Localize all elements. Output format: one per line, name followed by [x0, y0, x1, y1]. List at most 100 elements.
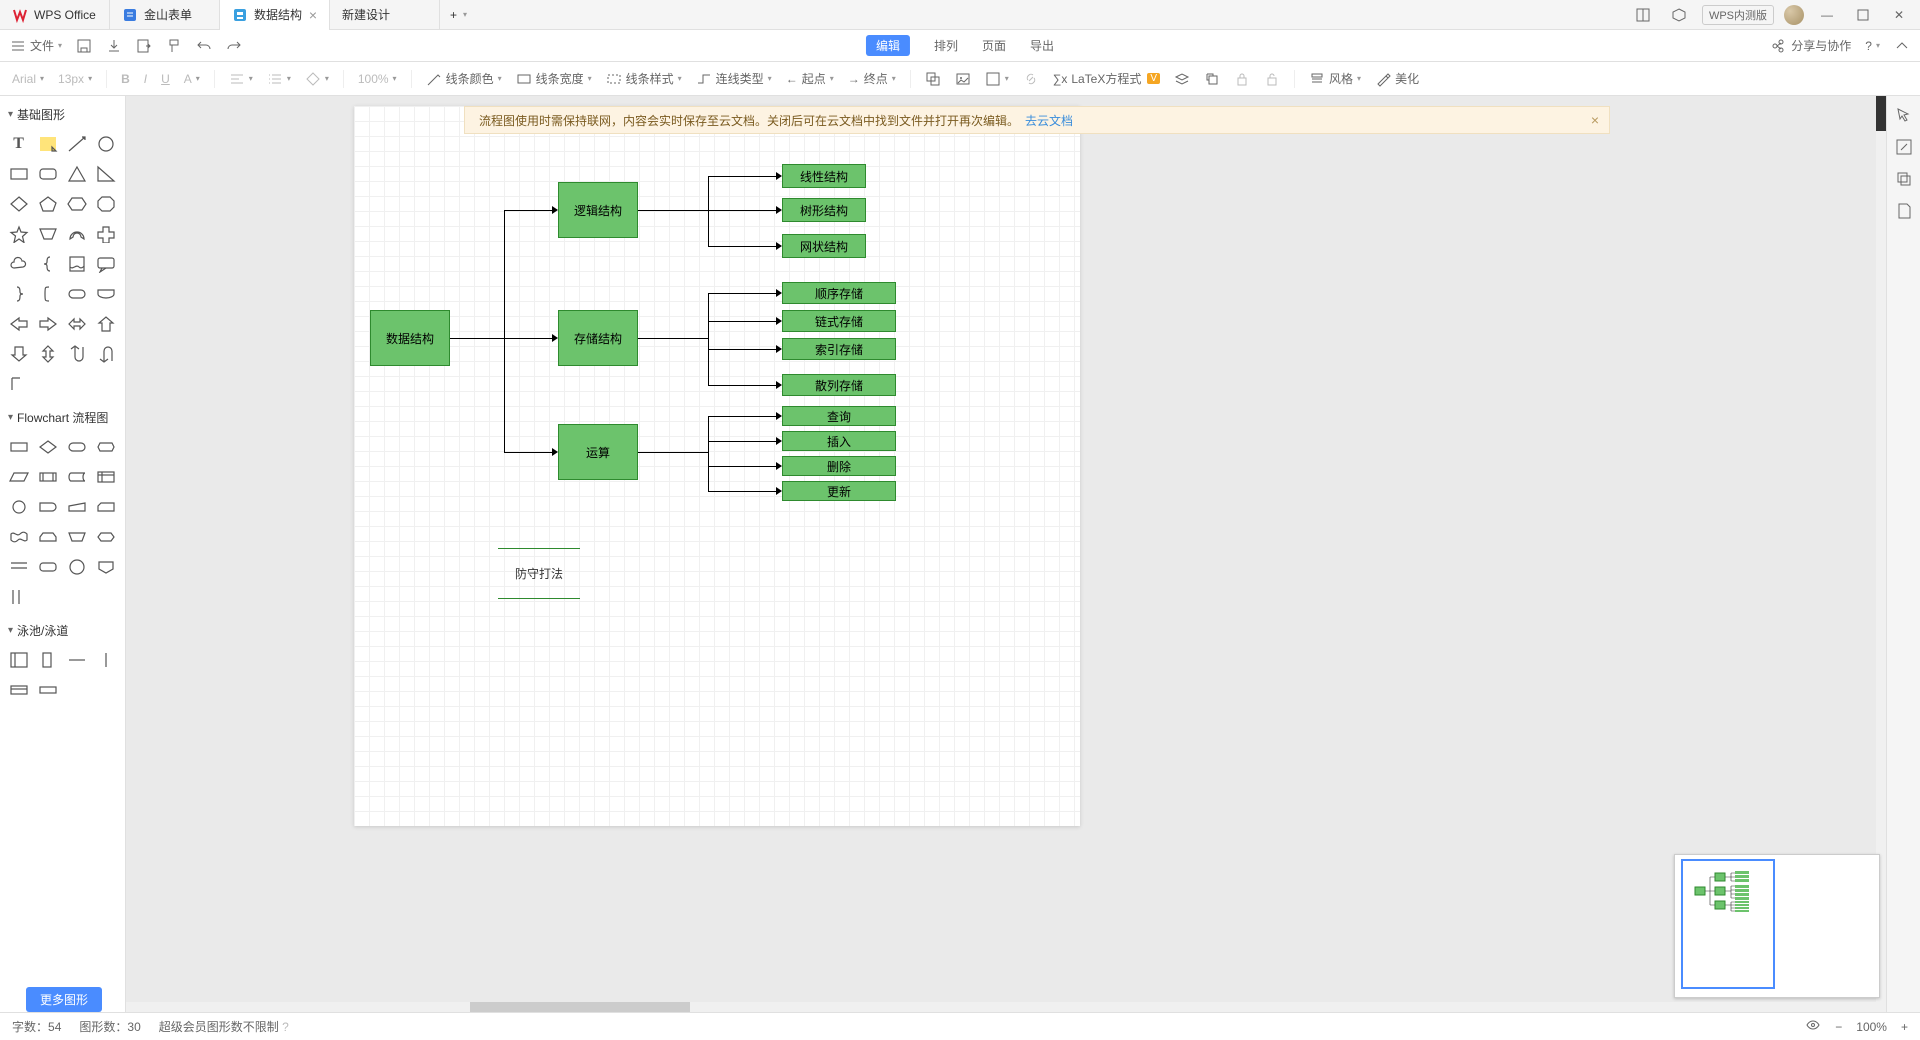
shape-rect[interactable] [6, 161, 31, 187]
shape-arrow-lr[interactable] [65, 311, 90, 337]
collapse-button[interactable] [1894, 38, 1910, 54]
fc-bracket[interactable] [6, 584, 31, 610]
group-button[interactable] [925, 71, 941, 87]
mode-export[interactable]: 导出 [1030, 37, 1054, 54]
minimize-icon[interactable]: — [1814, 3, 1840, 27]
image-button[interactable] [955, 71, 971, 87]
shape-diamond[interactable] [6, 191, 31, 217]
sl-lane-v[interactable] [35, 647, 60, 673]
node-logic[interactable]: 逻辑结构 [558, 182, 638, 238]
fc-sum[interactable] [65, 554, 90, 580]
fc-manual-input[interactable] [65, 494, 90, 520]
bring-front-button[interactable] [1204, 71, 1220, 87]
shape-uturn[interactable] [65, 341, 90, 367]
latex-button[interactable]: ∑x LaTeX方程式V [1053, 70, 1160, 87]
node-a1[interactable]: 线性结构 [782, 164, 866, 188]
shape-pentagon[interactable] [35, 191, 60, 217]
fc-loop-limit[interactable] [35, 524, 60, 550]
shape-hexagon[interactable] [65, 191, 90, 217]
node-a2[interactable]: 树形结构 [782, 198, 866, 222]
save-button[interactable] [76, 38, 92, 54]
shape-plus[interactable] [94, 221, 119, 247]
banner-link[interactable]: 去云文档 [1025, 112, 1073, 129]
node-b2[interactable]: 链式存储 [782, 310, 896, 332]
fc-merge[interactable] [6, 554, 31, 580]
beautify-button[interactable]: 美化 [1375, 70, 1419, 87]
layers-button[interactable] [1174, 71, 1190, 87]
fc-offpage[interactable] [94, 554, 119, 580]
page-thumbnail[interactable] [1681, 859, 1775, 989]
node-b4[interactable]: 散列存储 [782, 374, 896, 396]
select-icon[interactable] [1895, 106, 1913, 124]
fc-decision[interactable] [35, 434, 60, 460]
line-end-button[interactable]: →终点▾ [848, 70, 896, 87]
new-tab-button[interactable]: + ▾ [440, 0, 477, 30]
font-size-select[interactable]: 13px▾ [58, 72, 92, 86]
tab-new-design[interactable]: 新建设计 [330, 0, 440, 30]
zoom-in-button[interactable]: + [1901, 1020, 1908, 1034]
close-icon[interactable]: × [309, 7, 317, 23]
shape-cloud[interactable] [6, 251, 31, 277]
resize-icon[interactable] [1895, 138, 1913, 156]
shape-uturn2[interactable] [94, 341, 119, 367]
shape-circle[interactable] [94, 131, 119, 157]
fc-terminator[interactable] [65, 434, 90, 460]
line-width-button[interactable]: 线条宽度▾ [516, 70, 592, 87]
maximize-icon[interactable] [1850, 3, 1876, 27]
bold-button[interactable]: B [121, 72, 130, 86]
tab-jinshan-form[interactable]: 金山表单 [110, 0, 220, 30]
fill-color-button[interactable]: ▾ [305, 71, 329, 87]
shape-callout[interactable] [94, 251, 119, 277]
shape-triangle[interactable] [65, 161, 90, 187]
redo-button[interactable] [226, 38, 242, 54]
panel-icon[interactable] [1630, 3, 1656, 27]
node-operation[interactable]: 运算 [558, 424, 638, 480]
line-start-button[interactable]: ←起点▾ [786, 70, 834, 87]
help-button[interactable]: ?▾ [1865, 39, 1880, 53]
section-flowchart[interactable]: Flowchart 流程图 [6, 403, 119, 432]
fc-card[interactable] [94, 494, 119, 520]
shape-roundrect[interactable] [35, 161, 60, 187]
shape-bracket-l[interactable] [35, 281, 60, 307]
avatar[interactable] [1784, 5, 1804, 25]
fc-manual-op[interactable] [65, 524, 90, 550]
note-shape[interactable]: 防守打法 [498, 548, 580, 599]
shape-corner[interactable] [6, 371, 31, 397]
line-color-button[interactable]: 线条颜色▾ [426, 70, 502, 87]
page[interactable]: 数据结构 逻辑结构 存储结构 运算 线性结构 树形结构 网状结构 顺序存储 链式… [354, 106, 1080, 826]
section-swimlane[interactable]: 泳池/泳道 [6, 616, 119, 645]
align-button[interactable]: ▾ [229, 71, 253, 87]
shape-doc[interactable] [65, 251, 90, 277]
mode-edit[interactable]: 编辑 [866, 35, 910, 56]
fc-process[interactable] [6, 434, 31, 460]
font-color-button[interactable]: A▾ [184, 72, 200, 86]
shape-fan[interactable] [65, 221, 90, 247]
sl-lane-h[interactable] [35, 677, 60, 703]
icon-button[interactable]: ▾ [985, 71, 1009, 87]
fc-stored[interactable] [65, 464, 90, 490]
fc-internal[interactable] [94, 464, 119, 490]
close-icon[interactable]: × [1591, 112, 1599, 128]
node-c1[interactable]: 查询 [782, 406, 896, 426]
undo-button[interactable] [196, 38, 212, 54]
cube-icon[interactable] [1666, 3, 1692, 27]
shape-sticky[interactable] [35, 131, 60, 157]
eye-icon[interactable] [1805, 1017, 1821, 1036]
fc-predefined[interactable] [35, 464, 60, 490]
node-a3[interactable]: 网状结构 [782, 234, 866, 258]
export-button[interactable] [136, 38, 152, 54]
fc-delay[interactable] [35, 494, 60, 520]
shape-arrow-l[interactable] [6, 311, 31, 337]
fc-connector[interactable] [6, 494, 31, 520]
shape-arrow-down[interactable] [6, 341, 31, 367]
fc-tape[interactable] [6, 524, 31, 550]
node-root[interactable]: 数据结构 [370, 310, 450, 366]
close-window-icon[interactable]: ✕ [1886, 3, 1912, 27]
node-b3[interactable]: 索引存储 [782, 338, 896, 360]
sl-pool-h[interactable] [65, 647, 90, 673]
shape-arrow-ud[interactable] [35, 341, 60, 367]
shape-right-triangle[interactable] [94, 161, 119, 187]
node-c4[interactable]: 更新 [782, 481, 896, 501]
shape-line[interactable] [65, 131, 90, 157]
tab-wps-office[interactable]: WPS Office [0, 0, 110, 30]
